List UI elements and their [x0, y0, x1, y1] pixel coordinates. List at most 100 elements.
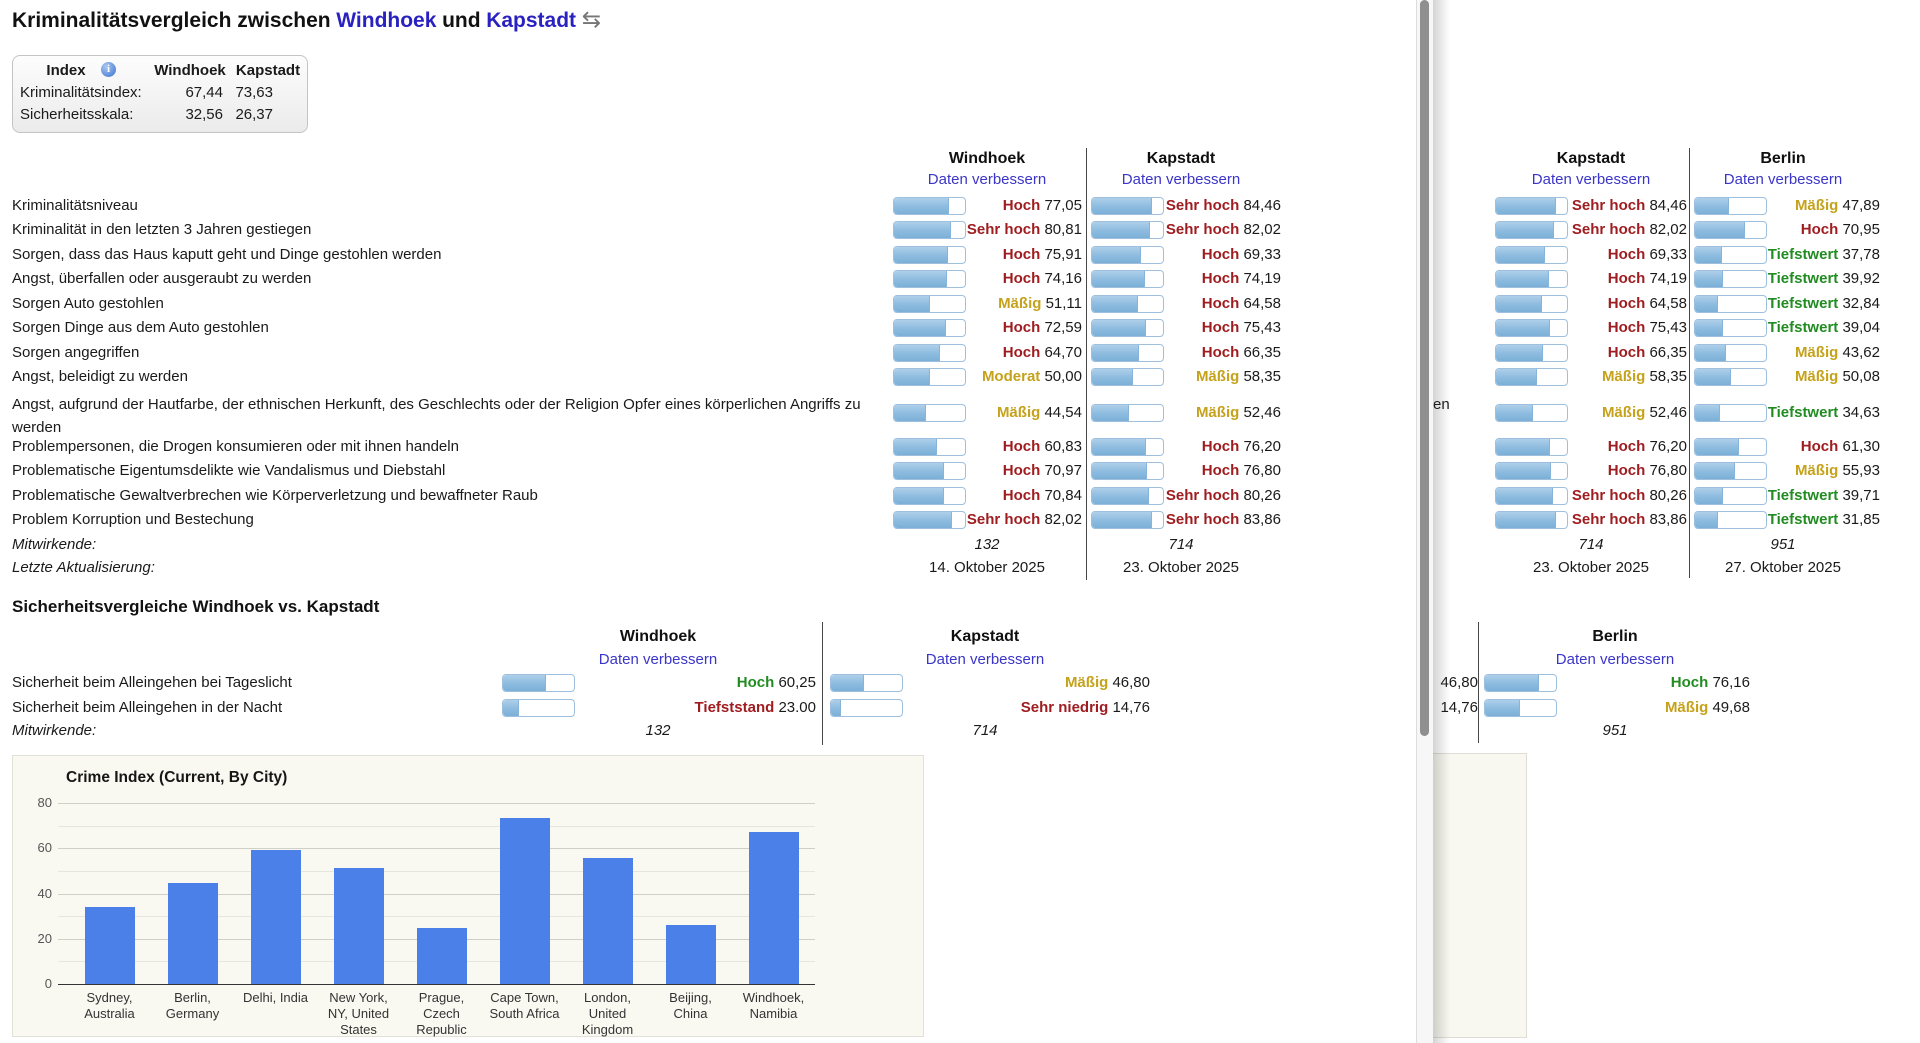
- score-berlin-rating: Tiefstwert: [1767, 404, 1839, 421]
- score-berlin-value: Mäßig 55,93: [1794, 462, 1880, 479]
- safety-header-berlin: Berlin: [1592, 628, 1638, 645]
- contributors-label: Mitwirkende:: [12, 536, 97, 553]
- score-kapstadt-2-rating: Hoch: [1607, 462, 1646, 479]
- crime-row-label: Angst, aufgrund der Hautfarbe, der ethni…: [12, 396, 861, 436]
- improve-data-link-safety-kapstadt[interactable]: Daten verbessern: [885, 651, 1085, 668]
- score-windhoek-rating: Hoch: [1002, 197, 1041, 214]
- vertical-scrollbar-thumb[interactable]: [1420, 0, 1429, 736]
- score-berlin-value: Tiefstwert 39,71: [1767, 487, 1880, 504]
- chart-y-tick-label: 80: [37, 795, 52, 811]
- chart-minor-gridline: [58, 871, 815, 872]
- score-kapstadt-rating: Sehr hoch: [1165, 221, 1240, 238]
- chart-minor-gridline: [58, 825, 815, 827]
- index-summary-table: Index Windhoek Kapstadt Kriminalitätsind…: [12, 55, 308, 133]
- score-kapstadt-value: Sehr hoch 83,86: [1165, 511, 1281, 528]
- improve-data-link-safety-windhoek[interactable]: Daten verbessern: [558, 651, 758, 668]
- crime-row-label: Kriminalitätsniveau: [12, 197, 138, 214]
- index-row-label: Sicherheitsskala:: [20, 106, 134, 123]
- score-kapstadt-2-value: Hoch 66,35: [1607, 344, 1687, 361]
- score-berlin-rating: Mäßig: [1794, 197, 1839, 214]
- chart-y-tick-label: 40: [37, 885, 52, 901]
- crime-row-label: Problematische Gewaltverbrechen wie Körp…: [12, 487, 538, 504]
- safety-header-windhoek: Windhoek: [619, 628, 697, 645]
- swap-cities-icon[interactable]: ⇆: [582, 6, 601, 32]
- score-kapstadt-2-rating: Hoch: [1607, 246, 1646, 263]
- chart-category-label: Beijing, China: [669, 990, 712, 1021]
- score-kapstadt-value: Hoch 64,58: [1201, 295, 1281, 312]
- safety-contributors-windhoek: 132: [645, 722, 671, 739]
- score-berlin-rating: Tiefstwert: [1767, 511, 1839, 528]
- last-update-berlin: 27. Oktober 2025: [1725, 559, 1841, 576]
- score-kapstadt-value: Hoch 76,20: [1201, 438, 1281, 455]
- score-berlin-value: Tiefstwert 39,04: [1767, 319, 1880, 336]
- safety-berlin-rating: Hoch: [1670, 674, 1709, 691]
- score-kapstadt-rating: Mäßig: [1195, 404, 1240, 421]
- score-berlin-rating: Mäßig: [1794, 344, 1839, 361]
- score-windhoek-value: Sehr hoch 80,81: [966, 221, 1082, 238]
- score-kapstadt-2-value: Hoch 75,43: [1607, 319, 1687, 336]
- safety-kapstadt-bar: [830, 674, 903, 692]
- column-header-kapstadt-2: Kapstadt: [1556, 150, 1626, 167]
- score-windhoek-value: Mäßig 51,11: [998, 295, 1082, 312]
- score-kapstadt-2-value: Sehr hoch 84,46: [1571, 197, 1687, 214]
- index-row-label: Kriminalitätsindex:: [20, 84, 142, 101]
- safety-section-heading: Sicherheitsvergleiche Windhoek vs. Kapst…: [12, 597, 380, 616]
- safety-berlin-value: Mäßig 49,68: [1664, 699, 1750, 716]
- score-kapstadt-2-value: Hoch 76,80: [1607, 462, 1687, 479]
- chart-gridline: [58, 848, 815, 850]
- chart-x-axis: [58, 984, 815, 985]
- improve-data-link-kapstadt-2[interactable]: Daten verbessern: [1491, 171, 1691, 188]
- score-kapstadt-2-rating: Hoch: [1607, 295, 1646, 312]
- safety-kapstadt-rating: Mäßig: [1064, 674, 1109, 691]
- score-berlin-rating: Mäßig: [1794, 368, 1839, 385]
- score-kapstadt-2-value: Sehr hoch 82,02: [1571, 221, 1687, 238]
- crime-index-value-city1: 67,44: [185, 84, 223, 101]
- score-windhoek-rating: Hoch: [1002, 462, 1041, 479]
- score-kapstadt-rating: Hoch: [1201, 319, 1240, 336]
- chart-y-tick-label: 20: [37, 930, 52, 946]
- score-kapstadt-2-rating: Sehr hoch: [1571, 197, 1646, 214]
- score-windhoek-rating: Sehr hoch: [966, 511, 1041, 528]
- crime-row-label: Angst, überfallen oder ausgeraubt zu wer…: [12, 270, 312, 287]
- last-update-kapstadt: 23. Oktober 2025: [1123, 559, 1239, 576]
- score-windhoek-value: Hoch 72,59: [1002, 319, 1082, 336]
- crime-row-label: Sorgen, dass das Haus kaputt geht und Di…: [12, 246, 442, 263]
- score-kapstadt-value: Hoch 66,35: [1201, 344, 1281, 361]
- chart-bar: [499, 817, 550, 984]
- improve-data-link-windhoek[interactable]: Daten verbessern: [887, 171, 1087, 188]
- score-kapstadt-rating: Mäßig: [1195, 368, 1240, 385]
- safety-kapstadt-bar-fill: [831, 675, 865, 691]
- safety-berlin-bar-fill: [1485, 675, 1540, 691]
- contributors-berlin: 951: [1770, 536, 1796, 553]
- score-berlin-value: Hoch 61,30: [1800, 438, 1880, 455]
- crime-row-label: Sorgen Auto gestohlen: [12, 295, 164, 312]
- city1-link[interactable]: Windhoek: [336, 9, 436, 32]
- chart-category-label: Sydney, Australia: [84, 990, 135, 1021]
- index-header: Index: [46, 62, 86, 79]
- safety-berlin-bar: [1484, 674, 1557, 692]
- safety-kapstadt-value: Sehr niedrig 14,76: [1020, 699, 1150, 716]
- score-berlin-value: Hoch 70,95: [1800, 221, 1880, 238]
- safety-windhoek-rating: Tiefststand: [694, 699, 775, 716]
- chart-category-label: London, United Kingdom: [581, 990, 634, 1037]
- score-berlin-rating: Hoch: [1800, 438, 1839, 455]
- improve-data-link-safety-berlin[interactable]: Daten verbessern: [1515, 651, 1715, 668]
- safety-contributors-berlin: 951: [1602, 722, 1628, 739]
- improve-data-link-berlin[interactable]: Daten verbessern: [1683, 171, 1883, 188]
- score-berlin-value: Mäßig 43,62: [1794, 344, 1880, 361]
- safety-windhoek-bar-fill: [503, 700, 520, 716]
- index-header-city1: Windhoek: [154, 62, 226, 79]
- score-kapstadt-rating: Hoch: [1201, 270, 1240, 287]
- score-kapstadt-rating: Sehr hoch: [1165, 197, 1240, 214]
- score-berlin-value: Tiefstwert 37,78: [1767, 246, 1880, 263]
- score-windhoek-value: Hoch 64,70: [1002, 344, 1082, 361]
- score-windhoek-value: Moderat 50,00: [981, 368, 1082, 385]
- improve-data-link-kapstadt[interactable]: Daten verbessern: [1081, 171, 1281, 188]
- city2-link[interactable]: Kapstadt: [486, 9, 576, 32]
- info-icon[interactable]: [101, 62, 116, 77]
- safety-scale-value-city2: 26,37: [235, 106, 273, 123]
- chart-category-label: Delhi, India: [242, 990, 309, 1005]
- score-kapstadt-2-value: Sehr hoch 83,86: [1571, 511, 1687, 528]
- score-berlin-rating: Tiefstwert: [1767, 270, 1839, 287]
- score-kapstadt-2-value: Hoch 74,19: [1607, 270, 1687, 287]
